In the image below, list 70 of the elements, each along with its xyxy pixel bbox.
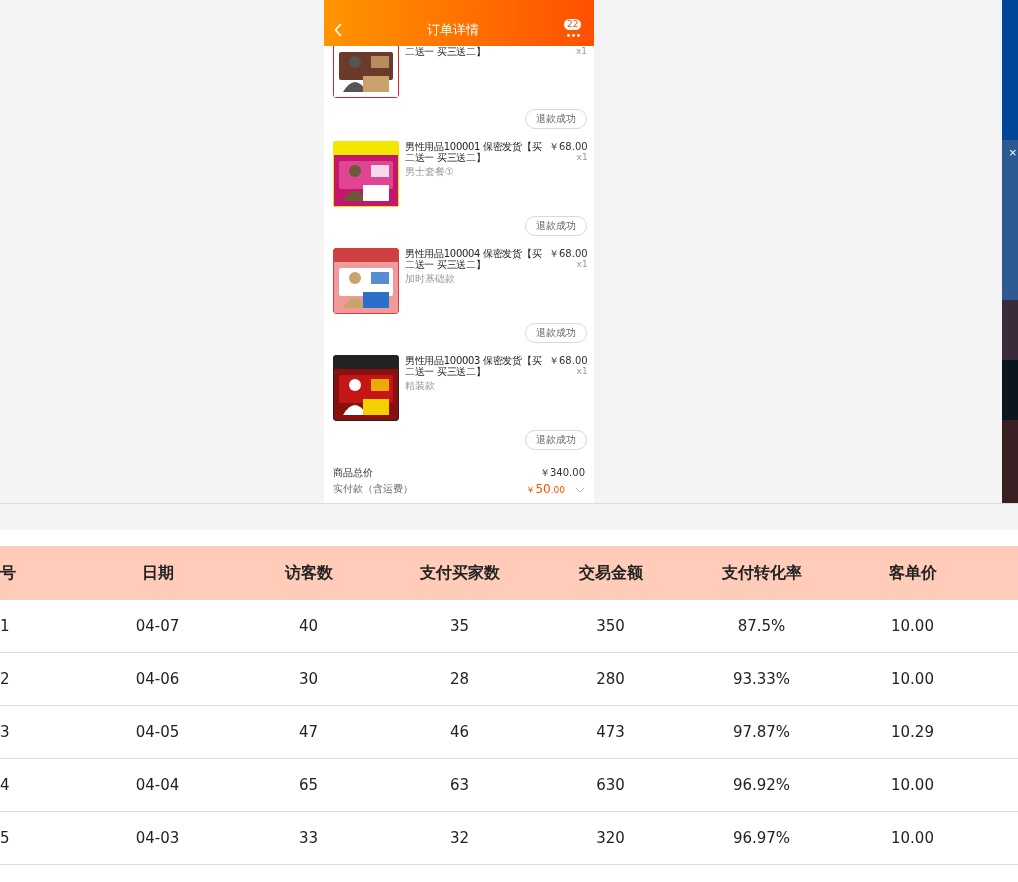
column-header: 客单价 bbox=[887, 562, 938, 584]
product-variant: 加时基础款 bbox=[405, 273, 455, 285]
table-cell-text: 96.97% bbox=[731, 829, 792, 847]
table-cell-text: 93.33% bbox=[731, 670, 792, 688]
table-cell-text: 46 bbox=[448, 723, 471, 741]
table-cell-text: 1 bbox=[0, 617, 11, 635]
goods-total-label: 商品总价 bbox=[333, 466, 373, 480]
product-title: 男性用品100003 保密发货【买二送一 买三送二】 bbox=[405, 355, 543, 377]
column-header: 支付买家数 bbox=[418, 562, 501, 584]
more-icon[interactable] bbox=[567, 34, 580, 37]
refund-status-button[interactable]: 退款成功 bbox=[525, 216, 587, 236]
table-cell-text: 3 bbox=[0, 723, 11, 741]
column-header: 号 bbox=[0, 562, 17, 584]
table-cell-text: 47 bbox=[297, 723, 320, 741]
table-cell-text: 63 bbox=[448, 776, 471, 794]
product-quantity: x1 bbox=[576, 152, 587, 162]
table-cell-text: 32 bbox=[448, 829, 471, 847]
product-price: ￥68.00 bbox=[549, 355, 587, 366]
column-header: 访客数 bbox=[283, 562, 334, 584]
table-cell-text: 35 bbox=[448, 617, 471, 635]
table-cell-text: 280 bbox=[595, 670, 626, 688]
refund-status-button[interactable]: 退款成功 bbox=[525, 323, 587, 343]
table-cell-text: 04-03 bbox=[134, 829, 181, 847]
table-cell-text: 33 bbox=[297, 829, 320, 847]
product-title: 二送一 买三送二】 bbox=[405, 46, 487, 57]
table-cell-text: 04-07 bbox=[134, 617, 181, 635]
product-title: 男性用品100001 保密发货【买二送一 买三送二】 bbox=[405, 141, 543, 163]
back-icon[interactable] bbox=[334, 23, 343, 37]
table-cell-text: 87.5% bbox=[736, 617, 787, 635]
table-cell-text: 30 bbox=[297, 670, 320, 688]
refund-status-button[interactable]: 退款成功 bbox=[525, 430, 587, 450]
close-icon[interactable]: × bbox=[1009, 145, 1017, 161]
table-cell-text: 10.00 bbox=[890, 670, 935, 688]
chevron-down-icon[interactable] bbox=[575, 486, 585, 493]
product-quantity: x1 bbox=[576, 259, 587, 269]
column-header: 日期 bbox=[140, 562, 175, 584]
refund-status-button[interactable]: 退款成功 bbox=[525, 109, 587, 129]
table-cell-text: 04-06 bbox=[134, 670, 181, 688]
table-cell-text: 350 bbox=[595, 617, 626, 635]
paid-amount: ￥50.00 bbox=[526, 482, 565, 497]
table-cell-text: 2 bbox=[0, 670, 11, 688]
table-cell-text: 10.00 bbox=[890, 829, 935, 847]
table-cell-text: 28 bbox=[448, 670, 471, 688]
product-variant: 精装款 bbox=[405, 380, 435, 392]
table-cell-text: 10.00 bbox=[890, 617, 935, 635]
table-cell-text: 5 bbox=[0, 829, 11, 847]
table-cell-text: 04-05 bbox=[134, 723, 181, 741]
paid-amount-label: 实付款（含运费） bbox=[333, 482, 413, 496]
page-title: 订单详情 bbox=[426, 21, 479, 39]
table-cell-text: 40 bbox=[297, 617, 320, 635]
product-price: ￥68.00 bbox=[549, 141, 587, 152]
table-cell-text: 10.00 bbox=[890, 776, 935, 794]
product-quantity: x1 bbox=[576, 366, 587, 376]
product-price: ￥68.00 bbox=[549, 248, 587, 259]
table-cell-text: 320 bbox=[595, 829, 626, 847]
table-cell-text: 65 bbox=[297, 776, 320, 794]
notification-badge: 22 bbox=[564, 19, 582, 30]
product-title: 男性用品100004 保密发货【买二送一 买三送二】 bbox=[405, 248, 543, 270]
product-quantity: x1 bbox=[575, 46, 587, 56]
table-cell-text: 10.29 bbox=[890, 723, 935, 741]
table-cell-text: 4 bbox=[0, 776, 11, 794]
product-variant: 男士套餐① bbox=[405, 166, 454, 178]
table-cell-text: 630 bbox=[595, 776, 626, 794]
table-cell-text: 97.87% bbox=[731, 723, 792, 741]
table-cell-text: 96.92% bbox=[731, 776, 792, 794]
table-cell-text: 473 bbox=[595, 723, 626, 741]
column-header: 支付转化率 bbox=[720, 562, 803, 584]
column-header: 交易金额 bbox=[577, 562, 644, 584]
goods-total-value: ￥340.00 bbox=[540, 466, 585, 480]
table-cell-text: 04-04 bbox=[134, 776, 181, 794]
